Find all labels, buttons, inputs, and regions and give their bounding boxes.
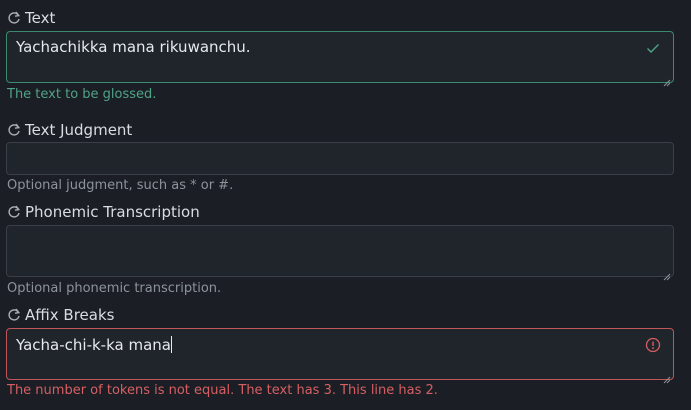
refresh-icon[interactable] (6, 307, 22, 323)
phonemic-transcription-help: Optional phonemic transcription. (7, 281, 222, 296)
refresh-icon[interactable] (6, 204, 22, 220)
text-label-text: Text (25, 9, 56, 27)
affix-breaks-field[interactable]: Yacha-chi-k-ka mana (6, 328, 674, 384)
phonemic-transcription-field[interactable] (6, 225, 674, 281)
refresh-icon[interactable] (6, 122, 22, 138)
text-judgment-label: Text Judgment (6, 120, 132, 140)
phonemic-transcription-label-text: Phonemic Transcription (25, 203, 200, 221)
text-help: The text to be glossed. (7, 87, 157, 102)
affix-breaks-label-text: Affix Breaks (25, 306, 115, 324)
error-circle-icon (645, 337, 661, 353)
text-field-value: Yachachikka mana rikuwanchu. (16, 38, 251, 56)
text-cursor (170, 336, 172, 353)
text-field[interactable]: Yachachikka mana rikuwanchu. (6, 31, 674, 87)
affix-breaks-value-wrap: Yacha-chi-k-ka mana (16, 336, 172, 354)
resize-handle[interactable] (663, 72, 671, 87)
checkmark-icon (645, 40, 661, 56)
refresh-icon[interactable] (6, 10, 22, 26)
text-judgment-help: Optional judgment, such as * or #. (7, 178, 234, 193)
affix-breaks-error: The number of tokens is not equal. The t… (7, 383, 438, 398)
resize-handle[interactable] (663, 369, 671, 384)
gloss-form: Text Yachachikka mana rikuwanchu. The te… (0, 0, 691, 410)
resize-handle[interactable] (663, 266, 671, 281)
affix-breaks-value: Yacha-chi-k-ka mana (16, 336, 171, 354)
affix-breaks-label: Affix Breaks (6, 305, 114, 325)
text-judgment-input[interactable] (6, 142, 674, 175)
phonemic-transcription-label: Phonemic Transcription (6, 202, 200, 222)
text-label: Text (6, 8, 55, 28)
text-judgment-label-text: Text Judgment (25, 121, 133, 139)
